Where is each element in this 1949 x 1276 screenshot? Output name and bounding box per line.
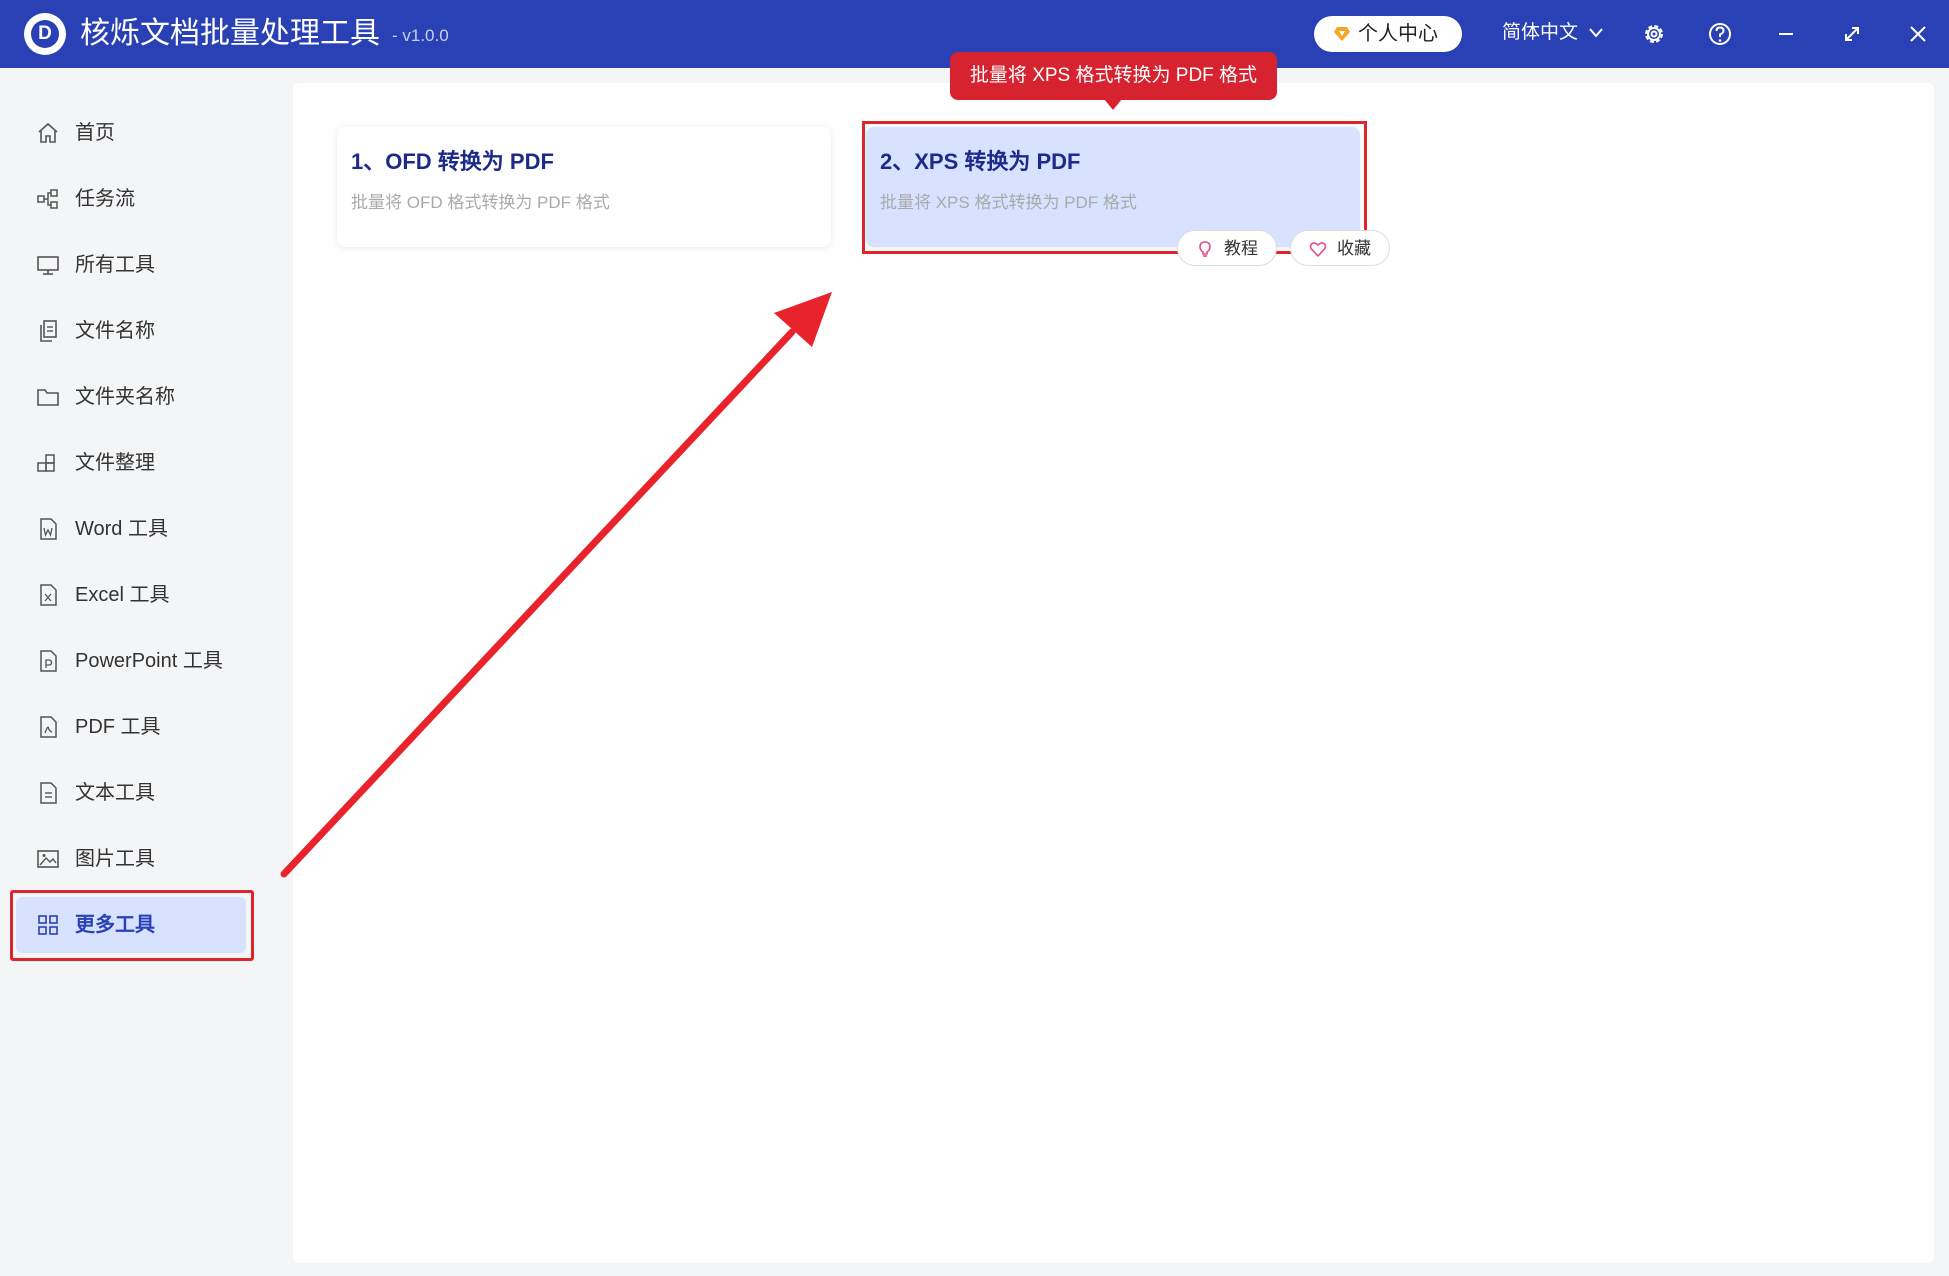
tutorial-label: 教程 <box>1224 239 1258 258</box>
sidebar-item-label: PowerPoint 工具 <box>75 650 223 672</box>
tooltip-pointer <box>1104 99 1122 110</box>
sidebar-item-excel-tools[interactable]: Excel 工具 <box>16 567 246 623</box>
pdf-file-icon <box>40 716 57 738</box>
sidebar: 首页 任务流 所有工具 文件名称 文件夹名称 文件整理 Word 工具 Exce… <box>0 68 255 1276</box>
sidebar-item-word-tools[interactable]: Word 工具 <box>16 501 246 557</box>
heart-icon <box>1309 242 1327 258</box>
main-content <box>293 83 1934 1263</box>
app-version: - v1.0.0 <box>392 26 449 45</box>
sidebar-item-label: 首页 <box>75 122 115 144</box>
sidebar-highlight-box <box>10 890 254 961</box>
sidebar-item-label: 文件整理 <box>75 452 155 474</box>
app-logo: D <box>24 13 66 55</box>
app-title: 核烁文档批量处理工具 <box>80 17 380 50</box>
favorite-label: 收藏 <box>1337 239 1371 258</box>
text-file-icon <box>40 782 57 804</box>
app-logo-letter: D <box>38 23 52 44</box>
workflow-icon <box>37 189 58 209</box>
tool-card-title: 1、OFD 转换为 PDF <box>351 149 554 174</box>
tool-card-desc: 批量将 OFD 格式转换为 PDF 格式 <box>351 193 610 212</box>
sidebar-item-label: PDF 工具 <box>75 716 161 738</box>
sidebar-item-file-organize[interactable]: 文件整理 <box>16 435 246 491</box>
sidebar-item-label: 所有工具 <box>75 254 155 276</box>
sidebar-item-powerpoint-tools[interactable]: PowerPoint 工具 <box>16 633 246 689</box>
favorite-button[interactable]: 收藏 <box>1290 230 1390 266</box>
sidebar-item-label: 文件夹名称 <box>75 386 175 408</box>
sidebar-item-image-tools[interactable]: 图片工具 <box>16 831 246 887</box>
sidebar-item-file-name[interactable]: 文件名称 <box>16 303 246 359</box>
organize-icon <box>37 454 55 472</box>
tool-card-ofd-to-pdf[interactable]: 1、OFD 转换为 PDF 批量将 OFD 格式转换为 PDF 格式 <box>337 127 831 247</box>
sidebar-item-workflow[interactable]: 任务流 <box>16 171 246 227</box>
sidebar-item-home[interactable]: 首页 <box>16 105 246 161</box>
user-center-label: 个人中心 <box>1358 23 1438 45</box>
sidebar-item-label: 任务流 <box>75 188 135 210</box>
sidebar-item-label: Excel 工具 <box>75 584 170 606</box>
maximize-icon[interactable] <box>1838 20 1866 48</box>
chevron-down-icon[interactable] <box>1588 26 1604 40</box>
vip-diamond-icon <box>1334 27 1350 41</box>
sidebar-item-label: 图片工具 <box>75 848 155 870</box>
user-center-button[interactable]: 个人中心 <box>1314 16 1462 52</box>
tutorial-button[interactable]: 教程 <box>1177 230 1277 266</box>
image-icon <box>37 850 59 868</box>
tooltip: 批量将 XPS 格式转换为 PDF 格式 <box>950 52 1277 100</box>
tooltip-text: 批量将 XPS 格式转换为 PDF 格式 <box>969 65 1258 86</box>
sidebar-item-label: 文件名称 <box>75 320 155 342</box>
settings-gear-icon[interactable] <box>1640 20 1668 48</box>
word-file-icon <box>40 518 57 540</box>
close-icon[interactable] <box>1904 20 1932 48</box>
sidebar-item-text-tools[interactable]: 文本工具 <box>16 765 246 821</box>
lightbulb-icon <box>1199 241 1211 257</box>
excel-file-icon <box>40 584 57 606</box>
language-selector[interactable]: 简体中文 <box>1502 20 1578 46</box>
folder-icon <box>37 389 59 406</box>
powerpoint-file-icon <box>40 650 57 672</box>
monitor-icon <box>37 256 59 275</box>
sidebar-item-label: Word 工具 <box>75 518 168 540</box>
home-icon <box>38 122 58 143</box>
minimize-icon[interactable] <box>1772 20 1800 48</box>
sidebar-item-all-tools[interactable]: 所有工具 <box>16 237 246 293</box>
card-highlight-box <box>862 121 1367 254</box>
file-copy-icon <box>40 320 57 342</box>
help-icon[interactable] <box>1706 20 1734 48</box>
sidebar-item-pdf-tools[interactable]: PDF 工具 <box>16 699 246 755</box>
sidebar-item-folder-name[interactable]: 文件夹名称 <box>16 369 246 425</box>
sidebar-item-label: 文本工具 <box>75 782 155 804</box>
